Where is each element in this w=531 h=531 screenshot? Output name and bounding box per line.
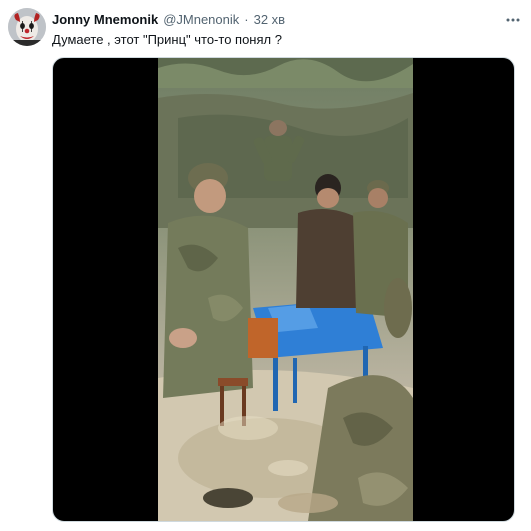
video-thumbnail — [158, 58, 413, 521]
avatar[interactable] — [8, 8, 46, 46]
tweet-text: Думаете , этот "Принц" что-то понял ? — [52, 32, 282, 47]
video-frame-image — [158, 58, 413, 521]
author-display-name[interactable]: Jonny Mnemonik — [52, 11, 158, 29]
header-separator: · — [244, 12, 249, 27]
tweet-header: Jonny Mnemonik @JMnenonik · 32 хв — [52, 11, 501, 29]
more-options-button[interactable] — [503, 10, 523, 30]
tweet-media-video[interactable] — [52, 57, 515, 522]
tweet-timestamp[interactable]: 32 хв — [254, 11, 285, 29]
author-handle[interactable]: @JMnenonik — [163, 11, 239, 29]
ellipsis-icon — [506, 18, 520, 22]
tweet-card[interactable]: Jonny Mnemonik @JMnenonik · 32 хв Думает… — [0, 0, 531, 531]
clown-face-avatar-image — [8, 8, 46, 46]
